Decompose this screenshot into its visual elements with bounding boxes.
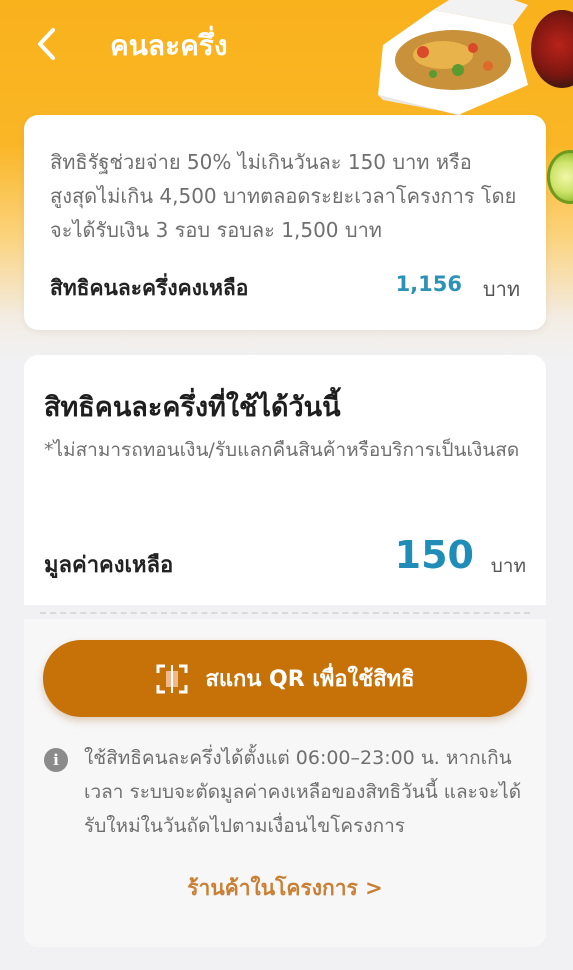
qr-scan-icon: [156, 664, 188, 693]
participating-shops-link[interactable]: ร้านค้าในโครงการ >: [24, 872, 546, 905]
today-card: สิทธิคนละครึ่งที่ใช้ได้วันนี้ *ไม่สามารถ…: [24, 355, 546, 605]
scan-qr-label: สแกน QR เพื่อใช้สิทธิ: [205, 667, 415, 692]
balance-label: มูลค่าคงเหลือ: [44, 553, 174, 578]
info-icon: i: [44, 748, 68, 772]
remaining-label: สิทธิคนละครึ่งคงเหลือ: [50, 276, 249, 300]
chevron-left-icon: [38, 28, 55, 60]
balance-unit: บาท: [490, 555, 526, 577]
remaining-unit: บาท: [482, 277, 520, 301]
lime-image: [547, 150, 573, 204]
food-box-image: [378, 0, 528, 115]
chili-bowl-image: [531, 10, 573, 88]
ticket-divider: [17, 605, 553, 619]
right-notch: [539, 605, 553, 619]
summary-description: สิทธิรัฐช่วยจ่าย 50% ไม่เกินวันละ 150 บา…: [50, 150, 517, 242]
back-button[interactable]: [28, 22, 64, 66]
page-title: คนละครึ่ง: [110, 29, 228, 62]
summary-card: สิทธิรัฐช่วยจ่าย 50% ไม่เกินวันละ 150 บา…: [24, 115, 546, 330]
remaining-value: 1,156: [395, 272, 462, 296]
left-notch: [17, 605, 31, 619]
today-heading: สิทธิคนละครึ่งที่ใช้ได้วันนี้: [44, 392, 341, 423]
actions-card: สแกน QR เพื่อใช้สิทธิ i ใช้สิทธิคนละครึ่…: [24, 619, 546, 947]
scan-qr-button[interactable]: สแกน QR เพื่อใช้สิทธิ: [43, 640, 527, 717]
usage-hours-text: ใช้สิทธิคนละครึ่งได้ตั้งแต่ 06:00–23:00 …: [84, 747, 522, 837]
balance-value: 150: [394, 533, 474, 577]
dashed-line: [40, 612, 530, 614]
today-note: *ไม่สามารถทอนเงิน/รับแลกคืนสินค้าหรือบริ…: [44, 439, 520, 461]
